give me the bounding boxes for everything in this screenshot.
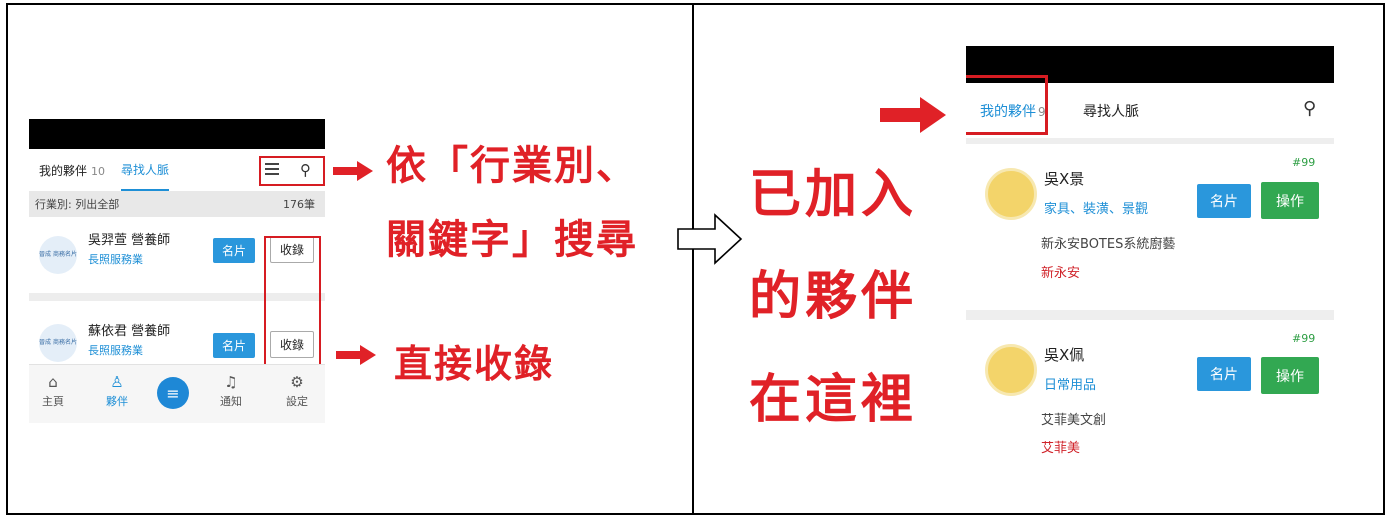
tab-find-contacts-label: 尋找人脈 [1083,104,1139,120]
annotation-search-line1: 依「行業別、 [386,143,638,189]
member-number: #99 [1292,156,1316,169]
operate-button[interactable]: 操作 [1261,182,1319,219]
nav-settings-label: 設定 [286,395,308,408]
nav-home-label: 主頁 [42,395,64,408]
gear-icon: ⚙ [290,373,304,391]
member-number: #99 [1292,332,1316,345]
red-arrow-icon [336,345,376,365]
right-phone-screenshot: 我的夥伴 9 尋找人脈 ⚲ #99 吳X景 家具、裝潢、景觀 名片 操作 新永安B… [966,46,1334,493]
contact-name: 吳羿萱 營養師 [88,233,171,248]
annotation-joined-line2: 的夥伴 [749,267,918,327]
status-bar [29,119,325,149]
avatar [985,344,1037,396]
bottom-nav: ⌂ 主頁 ♙ 夥伴 ≡ ♫ 通知 ⚙ 設定 [29,364,325,423]
home-icon: ⌂ [48,373,58,391]
business-card-button[interactable]: 名片 [213,238,255,263]
list-item[interactable]: #99 吳X景 家具、裝潢、景觀 名片 操作 新永安BOTES系統廚藝 新永安 [966,144,1334,310]
business-card-button[interactable]: 名片 [1197,357,1251,391]
company-name: 新永安BOTES系統廚藝 [1041,237,1176,252]
company-name: 艾菲美文創 [1041,413,1107,428]
nav-partners[interactable]: ♙ 夥伴 [97,373,137,409]
contact-name: 吳X景 [1044,170,1085,188]
highlight-box-search [259,156,325,186]
industry-filter-bar[interactable]: 行業別: 列出全部 176筆 [29,191,325,217]
nav-notify-label: 通知 [220,395,242,408]
avatar: 晉成 商務名片 [39,236,77,274]
list-item[interactable]: #99 吳X佩 日常用品 名片 操作 艾菲美文創 艾菲美 [966,320,1334,493]
brand-name: 艾菲美 [1041,441,1081,456]
business-card-button[interactable]: 名片 [213,333,255,358]
red-arrow-icon [333,161,373,181]
avatar: 晉成 商務名片 [39,324,77,362]
highlight-box-my-partners [966,75,1048,135]
tab-find-contacts[interactable]: 尋找人脈 [1083,101,1139,121]
annotation-joined-line1: 已加入 [749,165,918,225]
tab-find-contacts-label: 尋找人脈 [121,162,170,177]
outline-arrow-icon [677,213,743,265]
highlight-box-collect [264,236,321,367]
tab-find-contacts[interactable]: 尋找人脈 [121,149,170,191]
contact-industry: 家具、裝潢、景觀 [1044,202,1149,217]
search-icon[interactable]: ⚲ [1303,98,1316,119]
contact-name: 吳X佩 [1044,346,1085,364]
nav-notify[interactable]: ♫ 通知 [211,373,251,409]
list-separator [966,310,1334,320]
contact-industry: 日常用品 [1044,378,1097,393]
contact-name: 蘇依君 營養師 [88,324,171,339]
annotation-collect: 直接收錄 [394,342,555,386]
nav-home[interactable]: ⌂ 主頁 [33,373,73,409]
contact-industry: 長照服務業 [88,344,143,357]
nav-settings[interactable]: ⚙ 設定 [277,373,317,409]
left-phone-screenshot: 我的夥伴 10 尋找人脈 ⚲ 行業別: 列出全部 176筆 晉成 商務名片 吳羿萱… [29,119,325,423]
red-arrow-icon [880,97,948,133]
operate-button[interactable]: 操作 [1261,357,1319,394]
tab-my-partners-count: 10 [91,164,106,178]
tab-my-partners-label: 我的夥伴 [39,163,88,178]
avatar [985,168,1037,220]
annotation-joined-line3: 在這裡 [749,370,918,430]
filter-count: 176筆 [283,198,315,211]
contact-industry: 長照服務業 [88,253,143,266]
business-card-button[interactable]: 名片 [1197,184,1251,218]
nav-partners-label: 夥伴 [106,395,128,408]
brand-name: 新永安 [1041,266,1081,281]
filter-label: 行業別: 列出全部 [35,198,120,211]
tab-my-partners[interactable]: 我的夥伴 10 [39,162,105,179]
annotation-search-line2: 關鍵字」搜尋 [386,217,638,263]
person-icon: ♙ [110,373,124,391]
bell-icon: ♫ [224,373,238,391]
main-menu-button[interactable]: ≡ [157,377,189,409]
